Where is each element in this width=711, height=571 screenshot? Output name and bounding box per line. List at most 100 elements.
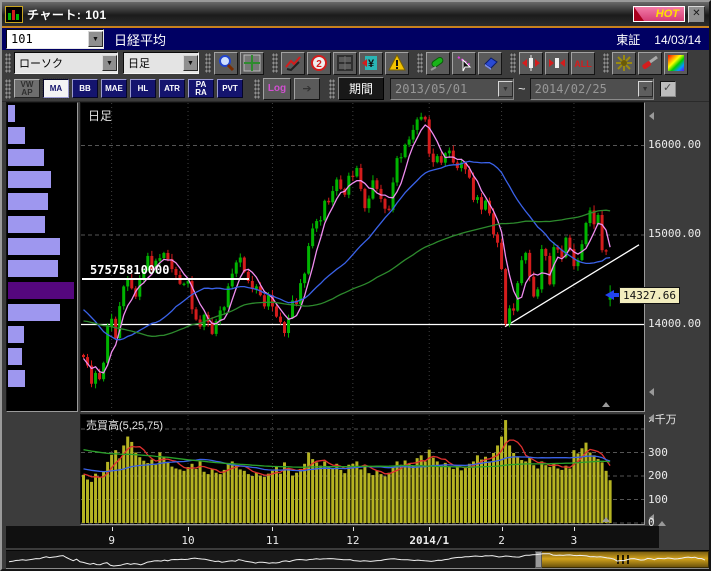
indicator-pvt[interactable]: PVT bbox=[217, 79, 243, 98]
toolbar-grip[interactable] bbox=[5, 53, 11, 73]
toolbar-grip[interactable] bbox=[510, 53, 516, 73]
navigator-handle[interactable] bbox=[535, 551, 542, 568]
circled-2-icon: 2 bbox=[310, 54, 328, 72]
date-from-combo[interactable]: 2013/05/01▼ bbox=[390, 78, 514, 100]
price-tick-label: 16000.00 bbox=[648, 138, 701, 151]
indicator-hl[interactable]: HL bbox=[130, 79, 156, 98]
timeframe-combo[interactable]: 日足▼ bbox=[123, 52, 199, 74]
x-axis-label: 10 bbox=[181, 534, 194, 547]
price-chart-canvas[interactable] bbox=[81, 103, 644, 411]
price-chart-panel[interactable] bbox=[80, 102, 645, 412]
vap-bar bbox=[8, 149, 44, 166]
range-checkbox[interactable]: ✓ bbox=[660, 81, 676, 97]
chevron-down-icon: ▼ bbox=[498, 81, 513, 97]
indicator-atr[interactable]: ATR bbox=[159, 79, 185, 98]
hot-wedge-icon bbox=[634, 7, 644, 21]
frame-icon bbox=[336, 54, 354, 72]
toolbar-grip[interactable] bbox=[417, 53, 423, 73]
toolbar-grip[interactable] bbox=[272, 53, 278, 73]
toolbar-grip[interactable] bbox=[603, 53, 609, 73]
axis-scroll-icon[interactable] bbox=[649, 388, 654, 396]
vap-bar bbox=[8, 127, 25, 144]
x-axis-tick bbox=[272, 527, 273, 531]
trendline-draw-button[interactable] bbox=[281, 52, 305, 75]
x-axis-tick bbox=[574, 527, 575, 531]
close-icon[interactable]: ✕ bbox=[688, 6, 705, 23]
axis-scroll-icon[interactable] bbox=[649, 112, 654, 120]
indicator-bb[interactable]: BB bbox=[72, 79, 98, 98]
price-marker-arrow-icon bbox=[605, 290, 614, 300]
svg-text:ALL: ALL bbox=[574, 59, 592, 69]
svg-text:2: 2 bbox=[316, 59, 322, 70]
marker-pen-button[interactable] bbox=[426, 52, 450, 75]
x-axis-label: 2014/1 bbox=[409, 534, 449, 547]
volume-panel-label: 売買高(5,25,75) bbox=[86, 417, 163, 433]
indicator-para[interactable]: PA RA bbox=[188, 79, 214, 98]
screwdriver-icon bbox=[641, 54, 659, 72]
shrink-bars-button[interactable] bbox=[545, 52, 569, 75]
x-axis-label: 3 bbox=[571, 534, 578, 547]
range-navigator[interactable] bbox=[6, 550, 709, 569]
vap-bar bbox=[8, 105, 15, 122]
circled-2-button[interactable]: 2 bbox=[307, 52, 331, 75]
title-bar[interactable]: チャート: 101 HOT ✕ bbox=[2, 2, 709, 26]
chevron-down-icon[interactable]: ▼ bbox=[183, 55, 198, 71]
volume-panel[interactable] bbox=[80, 414, 645, 525]
x-axis-label: 9 bbox=[108, 534, 115, 547]
vap-bar bbox=[8, 348, 22, 365]
chart-app-icon bbox=[5, 6, 23, 23]
eraser-button[interactable] bbox=[478, 52, 502, 75]
warning-icon bbox=[388, 54, 406, 72]
last-price-badge: 14327.66 bbox=[619, 287, 680, 304]
x-axis-tick bbox=[429, 527, 430, 531]
vap-bar bbox=[8, 370, 25, 387]
warning-button[interactable] bbox=[385, 52, 409, 75]
exchange-date: 東証14/03/14 bbox=[616, 31, 701, 48]
indicator-ma[interactable]: MA bbox=[43, 79, 69, 98]
yen-width-icon: ¥ bbox=[362, 54, 380, 72]
yen-width-button[interactable]: ¥ bbox=[359, 52, 383, 75]
toolbar-indicators: VW AP MA BB MAE HL ATR PA RA PVT Log ➔ 期… bbox=[2, 76, 709, 102]
axis-scroll-icon[interactable] bbox=[649, 414, 654, 422]
toolbar-grip[interactable] bbox=[205, 53, 211, 73]
volume-tick-label: 100 bbox=[648, 493, 668, 506]
chevron-down-icon[interactable]: ▼ bbox=[102, 55, 117, 71]
navigator-grip-icon[interactable] bbox=[617, 555, 633, 564]
exchange-label: 東証 bbox=[616, 33, 640, 47]
symbol-code-combo[interactable]: 101 ▼ bbox=[6, 29, 104, 49]
indicator-vwap[interactable]: VW AP bbox=[14, 79, 40, 98]
crosshair-grid-button[interactable] bbox=[240, 52, 264, 75]
axis-end-marker-icon bbox=[658, 521, 666, 526]
hot-button[interactable]: HOT bbox=[633, 6, 685, 22]
toolbar-tools: ローソク▼ 日足▼ 2 ¥ bbox=[2, 50, 709, 76]
toolbar-grip[interactable] bbox=[329, 79, 335, 99]
x-axis-tick bbox=[112, 527, 113, 531]
toolbar-grip[interactable] bbox=[5, 79, 11, 99]
starburst-button[interactable] bbox=[612, 52, 636, 75]
date-to-combo[interactable]: 2014/02/25▼ bbox=[530, 78, 654, 100]
symbol-name: 日経平均 bbox=[114, 30, 166, 49]
chart-type-combo[interactable]: ローソク▼ bbox=[14, 52, 118, 74]
show-all-button[interactable]: ALL bbox=[571, 52, 595, 75]
vap-total-label: 57575810000 bbox=[90, 263, 169, 277]
volume-tick-label: 300 bbox=[648, 446, 668, 459]
zoom-search-button[interactable] bbox=[214, 52, 238, 75]
x-axis-tick bbox=[353, 527, 354, 531]
chevron-down-icon: ▼ bbox=[638, 81, 653, 97]
select-arrow-button[interactable] bbox=[452, 52, 476, 75]
indicator-mae[interactable]: MAE bbox=[101, 79, 127, 98]
price-tick-label: 14000.00 bbox=[648, 317, 701, 330]
screwdriver-button[interactable] bbox=[638, 52, 662, 75]
all-icon: ALL bbox=[573, 56, 593, 70]
chart-window: チャート: 101 HOT ✕ 101 ▼ 日経平均 東証14/03/14 ロー… bbox=[0, 0, 711, 571]
x-axis-label: 12 bbox=[346, 534, 359, 547]
expand-bars-button[interactable] bbox=[519, 52, 543, 75]
period-button[interactable]: 期間 bbox=[338, 77, 384, 100]
log-scale-button[interactable]: Log bbox=[263, 78, 291, 100]
toolbar-grip[interactable] bbox=[254, 79, 260, 99]
volume-at-price-panel[interactable] bbox=[6, 102, 78, 412]
rainbow-button[interactable] bbox=[664, 52, 688, 75]
x-axis-band: 91011122014/123 bbox=[6, 526, 659, 548]
volume-canvas[interactable] bbox=[81, 415, 644, 524]
chevron-down-icon[interactable]: ▼ bbox=[88, 31, 103, 47]
